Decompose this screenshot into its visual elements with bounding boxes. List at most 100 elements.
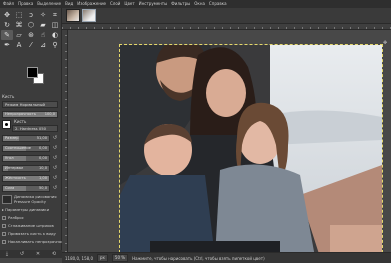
brush-preview[interactable] [2,120,11,129]
menu-image[interactable]: Изображение [77,0,106,8]
toolbox: ✥ ⬚ ↄ ✧ ⌗ ↻ ⌘ ⬡ ▰ ◫ ✎ ▱ ⊛ ☝ ◐ ✒ A ⁄ ⊿ ⚲ Кисть Режим Нормаль… [0,8,68,258]
eraser-icon[interactable]: ▱ [13,30,25,40]
mode-select[interactable]: Режим Нормальный [2,101,58,108]
tool-grid: ✥ ⬚ ↄ ✧ ⌗ ↻ ⌘ ⬡ ▰ ◫ ✎ ▱ ⊛ ☝ ◐ ✒ A ⁄ ⊿ ⚲ [1,10,61,50]
jitter-check[interactable]: Разброс [2,215,58,221]
menu-tools[interactable]: Инструменты [139,0,168,8]
slider-1[interactable]: Соотношение 0,00 [2,145,50,152]
slider-label: Жёсткость [5,176,26,180]
rect-select-icon[interactable]: ⬚ [13,10,25,20]
menu-file[interactable]: Файл [3,0,14,8]
slider-value: 50,0 [38,186,47,190]
slider-2[interactable]: Угол 0,00 [2,155,50,162]
mode-label: Режим [5,102,19,107]
canvas-area[interactable]: ✥ [68,30,391,252]
incremental-label: Накапливать непрозрачность [8,239,68,244]
opacity-slider[interactable]: Непрозрачность 100,0 [2,111,58,118]
dynamics-options-label: Параметры динамики [5,207,50,212]
image-tabs [62,8,391,24]
slider-value: 1,00 [38,176,47,180]
lock-brush-label: Привязать кисть к виду [8,231,56,236]
slider-5[interactable]: Сила 50,0 [2,185,50,192]
smudge-icon[interactable]: ☝ [37,30,49,40]
gimp-window: Файл Правка Выделение Вид Изображение Сл… [0,0,391,263]
menu-windows[interactable]: Окна [194,0,205,8]
opacity-value: 100,0 [44,112,55,116]
paintbrush-icon[interactable]: ✎ [1,30,13,40]
checkbox-icon [2,240,6,244]
mode-value: Нормальный [19,102,46,107]
reset-icon[interactable]: ↺ [52,145,58,151]
slider-value: 0,00 [38,146,47,150]
dynamics-value[interactable]: Pressure Opacity [14,199,46,205]
rotate-icon[interactable]: ↻ [1,20,13,30]
cage-icon[interactable]: ⬡ [25,20,37,30]
menu-help[interactable]: Справка [209,0,227,8]
menu-edit[interactable]: Правка [18,0,33,8]
dynamics-icon[interactable] [2,195,12,204]
zoom-icon[interactable]: ⚲ [49,40,61,50]
brush-name[interactable]: 2. Hardness 050 [12,125,58,132]
measure-icon[interactable]: ⊿ [37,40,49,50]
color-swatches [26,66,50,88]
menu-colors[interactable]: Цвет [124,0,134,8]
crop-icon[interactable]: ⌗ [49,10,61,20]
menu-view[interactable]: Вид [65,0,73,8]
checkbox-icon [2,216,6,220]
warp-icon[interactable]: ⌘ [13,20,25,30]
smooth-stroke-label: Сглаживание штрихов [8,223,54,228]
photo-canvas[interactable] [119,44,383,252]
fuzzy-select-icon[interactable]: ✧ [37,10,49,20]
menubar: Файл Правка Выделение Вид Изображение Сл… [0,0,391,8]
zoom-select[interactable]: 50 % [111,254,129,262]
foreground-color-swatch[interactable] [27,67,38,78]
navigate-icon[interactable]: ✥ [383,40,389,46]
lasso-icon[interactable]: ↄ [25,10,37,20]
unit-select[interactable]: px [97,254,108,262]
menu-filters[interactable]: Фильтры [171,0,190,8]
slider-label: Соотношение [5,146,31,150]
checkbox-icon [2,224,6,228]
gradient-icon[interactable]: ◫ [49,20,61,30]
slider-value: 0,00 [38,156,47,160]
slider-value: 10,0 [38,166,47,170]
reset-icon[interactable]: ⟲ [52,251,56,257]
color-picker-icon[interactable]: ⁄ [25,40,37,50]
menu-layer[interactable]: Слой [110,0,120,8]
pointer-coordinates: 1180,0, 158,0 [65,255,93,261]
slider-4[interactable]: Жёсткость 1,00 [2,175,50,182]
slider-3[interactable]: Интервал 10,0 [2,165,50,172]
slider-value: 51,00 [36,136,47,140]
image-tab-thumbnail[interactable] [66,9,80,22]
menu-select[interactable]: Выделение [37,0,61,8]
reset-icon[interactable]: ↺ [52,185,58,191]
reset-icon[interactable]: ↺ [52,155,58,161]
clone-icon[interactable]: ⊛ [25,30,37,40]
reset-icon[interactable]: ↺ [52,175,58,181]
statusbar: 1180,0, 158,0 px 50 % Нажмите, чтобы нар… [62,252,391,263]
save-preset-icon[interactable]: ⤓ [6,251,8,257]
reset-icon[interactable]: ↺ [52,135,58,141]
smooth-stroke-check[interactable]: Сглаживание штрихов [2,223,58,229]
status-message: Нажмите, чтобы нарисовать (Ctrl, чтобы в… [132,255,265,261]
tool-options-title: Кисть [2,94,15,99]
slider-label: Интервал [5,166,24,170]
dynamics-options-toggle[interactable]: ▸ Параметры динамики [2,207,58,213]
incremental-check[interactable]: Накапливать непрозрачность [2,239,68,245]
restore-preset-icon[interactable]: ↺ [20,251,24,257]
bucket-fill-icon[interactable]: ▰ [37,20,49,30]
slider-label: Угол [5,156,14,160]
lock-brush-check[interactable]: Привязать кисть к виду [2,231,58,237]
move-icon[interactable]: ✥ [1,10,13,20]
slider-0[interactable]: Размер 51,00 [2,135,50,142]
dodge-icon[interactable]: ◐ [49,30,61,40]
delete-preset-icon[interactable]: ✕ [36,251,40,257]
image-tab-thumbnail-active[interactable] [82,9,96,22]
opacity-label: Непрозрачность [5,112,36,116]
reset-icon[interactable]: ↺ [52,165,58,171]
slider-label: Размер [5,136,19,140]
text-icon[interactable]: A [13,40,25,50]
tool-options-buttons: ⤓ ↺ ✕ ⟲ [0,250,62,258]
slider-label: Сила [5,186,15,190]
paths-icon[interactable]: ✒ [1,40,13,50]
